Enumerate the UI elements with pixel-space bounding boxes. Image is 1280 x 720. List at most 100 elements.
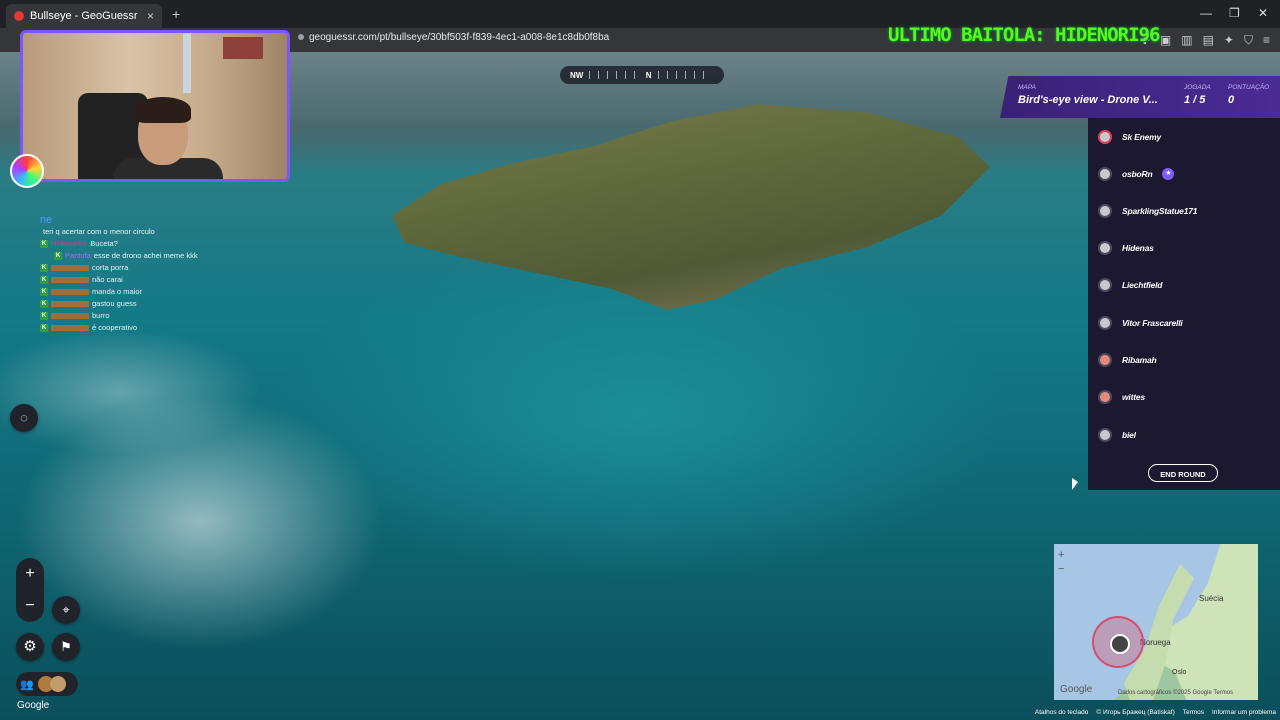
stream-banner: ULTIMO BAITOLA: HIDENORI96 [888, 24, 1160, 46]
player-item: osboRn ★ [1098, 165, 1175, 183]
minimap-attribution: Dados cartográficos ©2025 Google Termos [1118, 690, 1234, 696]
site-info-icon[interactable] [298, 34, 304, 41]
flag-icon[interactable]: ⚑ [52, 633, 80, 661]
compass-ticks [657, 71, 709, 79]
player-avatar [1098, 241, 1112, 255]
mod-badge-icon: K [40, 288, 48, 296]
terms-link[interactable]: Termos [1183, 709, 1204, 716]
mod-badge-icon: K [40, 324, 48, 332]
map-label-oslo: Oslo [1172, 669, 1187, 676]
score-value: 0 [1228, 94, 1235, 106]
mod-badge-icon: K [40, 300, 48, 308]
player-avatar [1098, 316, 1112, 330]
player-item: Hidenas [1098, 239, 1154, 257]
sidebar-icon[interactable]: ▥ [1181, 33, 1192, 48]
player-item: SparklingStatue171 [1098, 202, 1197, 220]
wallet-icon[interactable]: ▤ [1203, 33, 1214, 48]
url-text[interactable]: geoguessr.com/pt/bullseye/30bf503f-f839-… [298, 32, 609, 43]
minimap-zoom-controls: + − [1058, 548, 1064, 576]
player-avatar [1098, 353, 1112, 367]
player-name: Liechtfield [1122, 280, 1163, 290]
mod-badge-icon: K [54, 252, 62, 260]
location-pin-icon[interactable]: ⌖ [52, 596, 80, 624]
copyright-text: © Игорь Бражец (Batiskaf) [1096, 709, 1175, 716]
mod-badge-icon: K [40, 276, 48, 284]
party-button[interactable]: 👥 [16, 672, 78, 696]
player-name: wittes [1122, 392, 1145, 402]
settings-gear-icon[interactable]: ⚙ [16, 633, 44, 661]
minimap-zoom-in-button[interactable]: + [1058, 548, 1064, 562]
player-item: Ribamah [1098, 351, 1157, 369]
wall-poster [223, 37, 263, 59]
people-icon: 👥 [20, 678, 34, 691]
player-avatar [1098, 428, 1112, 442]
player-avatar [1098, 204, 1112, 218]
map-label: MAPA [1018, 84, 1036, 91]
split-view-icon[interactable]: ▣ [1160, 33, 1171, 48]
map-value: Bird's-eye view - Drone V... [1018, 94, 1158, 106]
compass[interactable]: NW N [560, 66, 724, 84]
chat-message: teri q acertar com o menor circulo [43, 227, 155, 236]
close-window-icon[interactable]: ✕ [1258, 6, 1268, 20]
pro-badge-icon: ★ [1162, 168, 1175, 180]
restore-icon[interactable]: ❐ [1229, 6, 1240, 20]
end-round-button[interactable]: END ROUND [1148, 464, 1218, 482]
streetview-footer: Atalhos do teclado © Игорь Бражец (Batis… [1035, 709, 1276, 716]
report-problem-link[interactable]: Informar um problema [1212, 709, 1276, 716]
mod-badge-icon: K [40, 264, 48, 272]
minimap-google-logo: Google [1060, 684, 1093, 695]
player-name: Vitor Frascarelli [1122, 318, 1183, 328]
player-avatar [1098, 390, 1112, 404]
zoom-out-button[interactable]: − [16, 590, 44, 622]
webcam-overlay [20, 30, 290, 182]
guess-minimap[interactable]: Suécia Noruega Oslo + − Google Dados car… [1054, 544, 1258, 700]
player-item: biel [1098, 426, 1136, 444]
geoguessr-favicon-icon [14, 11, 24, 21]
new-tab-button[interactable]: + [172, 6, 180, 22]
player-avatar [1098, 278, 1112, 292]
player-name: Hidenas [1122, 243, 1154, 253]
minimize-icon[interactable]: — [1200, 6, 1212, 20]
streamer-hair [135, 97, 191, 123]
url-value: geoguessr.com/pt/bullseye/30bf503f-f839-… [309, 32, 610, 43]
player-item: Vitor Frascarelli [1098, 314, 1183, 332]
mouse-cursor-icon [1072, 478, 1078, 490]
player-name: Ribamah [1122, 355, 1157, 365]
menu-icon[interactable]: ≡ [1263, 33, 1270, 48]
browser-tab[interactable]: Bullseye - GeoGuessr × [6, 4, 162, 28]
score-label: PONTUAÇÃO [1228, 84, 1270, 91]
close-tab-icon[interactable]: × [147, 9, 154, 23]
ai-star-icon[interactable]: ✦ [1224, 33, 1234, 48]
popsicle-sticker-icon [10, 154, 44, 188]
chat-message: Kburro [40, 311, 110, 320]
chat-message: Kmanda o maior [40, 287, 143, 296]
player-name: biel [1122, 430, 1136, 440]
minimap-zoom-out-button[interactable]: − [1058, 562, 1064, 576]
zoom-controls: + − [16, 558, 44, 622]
keyboard-shortcuts-link[interactable]: Atalhos do teclado [1035, 709, 1088, 716]
player-item: Liechtfield [1098, 276, 1163, 294]
player-name: osboRn [1122, 169, 1153, 179]
game-info-header: MAPA Bird's-eye view - Drone V... JOGADA… [1000, 76, 1280, 118]
player-item: Sk Enemy [1098, 128, 1161, 146]
map-label-suecia: Suécia [1199, 594, 1224, 603]
chat-message: Ké cooperativo [40, 323, 138, 332]
player-list: Sk Enemy osboRn ★ SparklingStatue171 Hid… [1088, 118, 1280, 490]
chat-message: K Pantufa esse de drono achei meme kkk [54, 251, 198, 260]
player-avatar [1098, 130, 1112, 144]
avatar [49, 676, 66, 692]
chat-header: ne [40, 214, 53, 226]
chat-message: Knão carai [40, 275, 123, 284]
zoom-in-button[interactable]: + [16, 558, 44, 590]
mod-badge-icon: K [40, 240, 48, 248]
tab-title: Bullseye - GeoGuessr [30, 10, 138, 22]
chat-toggle-icon[interactable]: ◌ [10, 404, 38, 432]
player-name: SparklingStatue171 [1122, 206, 1198, 216]
stream-chat: ne teri q acertar com o menor circulo KH… [40, 214, 198, 334]
guess-circle-marker[interactable] [1092, 616, 1144, 668]
compass-ticks [589, 71, 640, 79]
google-logo: Google [17, 700, 50, 711]
chat-message: Kcorta porra [40, 263, 129, 272]
shield-icon[interactable]: ⛉ [1244, 33, 1253, 48]
compass-nw: NW [570, 70, 584, 80]
